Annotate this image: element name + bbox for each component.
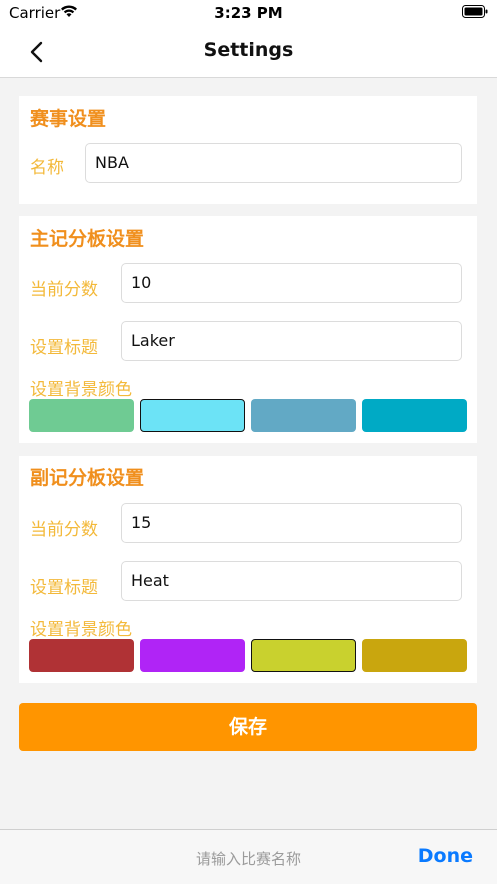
home-scoreboard-title: 主记分板设置 bbox=[30, 228, 145, 250]
away-color-swatch-3[interactable] bbox=[251, 639, 356, 672]
home-score-input[interactable]: 10 bbox=[121, 263, 462, 303]
home-color-swatch-2[interactable] bbox=[140, 399, 245, 432]
home-team-label: 设置标题 bbox=[30, 338, 98, 358]
event-settings-title: 赛事设置 bbox=[30, 108, 107, 130]
home-scoreboard-card: 主记分板设置 当前分数 10 设置标题 Laker 设置背景颜色 bbox=[19, 216, 477, 443]
home-score-label: 当前分数 bbox=[30, 280, 98, 300]
away-color-swatch-2[interactable] bbox=[140, 639, 245, 672]
away-team-label: 设置标题 bbox=[30, 578, 98, 598]
status-time: 3:23 PM bbox=[214, 4, 283, 22]
away-score-label: 当前分数 bbox=[30, 520, 98, 540]
keyboard-toolbar: 请输入比赛名称 Done bbox=[0, 829, 497, 884]
away-team-input[interactable]: Heat bbox=[121, 561, 462, 601]
away-score-input[interactable]: 15 bbox=[121, 503, 462, 543]
save-button[interactable]: 保存 bbox=[19, 703, 477, 751]
event-name-input[interactable]: NBA bbox=[85, 143, 462, 183]
home-color-swatch-4[interactable] bbox=[362, 399, 467, 432]
home-bg-color-label: 设置背景颜色 bbox=[30, 380, 132, 400]
battery-icon bbox=[462, 5, 488, 18]
away-color-swatch-4[interactable] bbox=[362, 639, 467, 672]
navigation-bar: Settings bbox=[0, 26, 497, 78]
away-bg-color-label: 设置背景颜色 bbox=[30, 620, 132, 640]
away-color-swatch-1[interactable] bbox=[29, 639, 134, 672]
away-scoreboard-title: 副记分板设置 bbox=[30, 467, 145, 489]
done-button[interactable]: Done bbox=[418, 845, 473, 867]
event-settings-card: 赛事设置 名称 NBA bbox=[19, 96, 477, 204]
event-name-label: 名称 bbox=[30, 158, 64, 178]
home-color-swatch-1[interactable] bbox=[29, 399, 134, 432]
home-team-input[interactable]: Laker bbox=[121, 321, 462, 361]
status-bar: Carrier 3:23 PM bbox=[0, 0, 497, 26]
away-scoreboard-card: 副记分板设置 当前分数 15 设置标题 Heat 设置背景颜色 bbox=[19, 456, 477, 683]
home-color-swatch-3[interactable] bbox=[251, 399, 356, 432]
page-title: Settings bbox=[203, 39, 294, 61]
